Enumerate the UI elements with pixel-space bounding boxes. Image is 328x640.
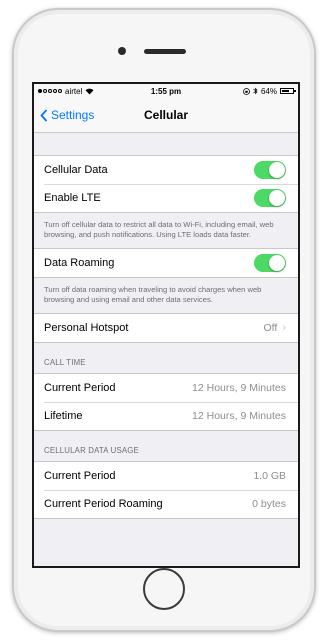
- chevron-right-icon: ›: [282, 322, 286, 334]
- battery-percent: 64%: [260, 86, 277, 96]
- cellular-data-toggle[interactable]: [254, 161, 286, 179]
- data-roaming-toggle[interactable]: [254, 254, 286, 272]
- personal-hotspot-value: Off: [263, 322, 278, 334]
- data-usage-group: Current Period 1.0 GB Current Period Roa…: [34, 461, 298, 519]
- data-usage-current-period-label: Current Period: [44, 470, 116, 482]
- earpiece-speaker: [144, 49, 186, 54]
- back-button-label: Settings: [51, 108, 95, 122]
- rotation-lock-icon: [243, 87, 250, 95]
- data-usage-roaming-value: 0 bytes: [252, 498, 286, 510]
- home-button[interactable]: [143, 568, 185, 610]
- data-usage-roaming-row: Current Period Roaming 0 bytes: [34, 490, 298, 518]
- chevron-left-icon: [40, 108, 48, 122]
- cellular-group: Cellular Data Enable LTE: [34, 155, 298, 213]
- status-bar: airtel 1:55 pm 64%: [34, 84, 298, 98]
- enable-lte-label: Enable LTE: [44, 192, 101, 204]
- call-time-current-period-label: Current Period: [44, 382, 116, 394]
- carrier-name: airtel: [65, 86, 83, 96]
- signal-strength-icon: [38, 89, 62, 93]
- cellular-data-label: Cellular Data: [44, 164, 108, 176]
- screen: airtel 1:55 pm 64% Settings Cellular Cel…: [32, 82, 300, 568]
- call-time-header: CALL TIME: [44, 358, 86, 367]
- back-button[interactable]: Settings: [34, 108, 94, 122]
- call-time-lifetime-label: Lifetime: [44, 410, 83, 422]
- hotspot-group: Personal Hotspot Off ›: [34, 313, 298, 343]
- data-usage-roaming-label: Current Period Roaming: [44, 498, 163, 510]
- settings-screen: airtel 1:55 pm 64% Settings Cellular Cel…: [34, 84, 298, 566]
- call-time-lifetime-row: Lifetime 12 Hours, 9 Minutes: [34, 402, 298, 430]
- navigation-bar: Settings Cellular: [34, 98, 298, 133]
- data-usage-header: CELLULAR DATA USAGE: [44, 446, 139, 455]
- cellular-data-footnote: Turn off cellular data to restrict all d…: [44, 220, 274, 239]
- call-time-lifetime-value: 12 Hours, 9 Minutes: [192, 410, 286, 422]
- battery-icon: [280, 88, 296, 94]
- roaming-footnote: Turn off data roaming when traveling to …: [44, 285, 262, 304]
- call-time-group: Current Period 12 Hours, 9 Minutes Lifet…: [34, 373, 298, 431]
- enable-lte-toggle[interactable]: [254, 189, 286, 207]
- data-roaming-label: Data Roaming: [44, 257, 115, 269]
- call-time-current-period-row: Current Period 12 Hours, 9 Minutes: [34, 374, 298, 402]
- wifi-icon: [85, 88, 94, 94]
- roaming-group: Data Roaming: [34, 248, 298, 278]
- phone-frame: airtel 1:55 pm 64% Settings Cellular Cel…: [12, 8, 316, 632]
- personal-hotspot-label: Personal Hotspot: [44, 322, 129, 334]
- data-usage-current-period-value: 1.0 GB: [253, 470, 286, 482]
- data-roaming-row: Data Roaming: [34, 249, 298, 277]
- enable-lte-row: Enable LTE: [34, 184, 298, 212]
- bluetooth-icon: [253, 87, 258, 95]
- data-usage-current-period-row: Current Period 1.0 GB: [34, 462, 298, 490]
- front-camera: [118, 47, 126, 55]
- call-time-current-period-value: 12 Hours, 9 Minutes: [192, 382, 286, 394]
- personal-hotspot-row[interactable]: Personal Hotspot Off ›: [34, 314, 298, 342]
- cellular-data-row: Cellular Data: [34, 156, 298, 184]
